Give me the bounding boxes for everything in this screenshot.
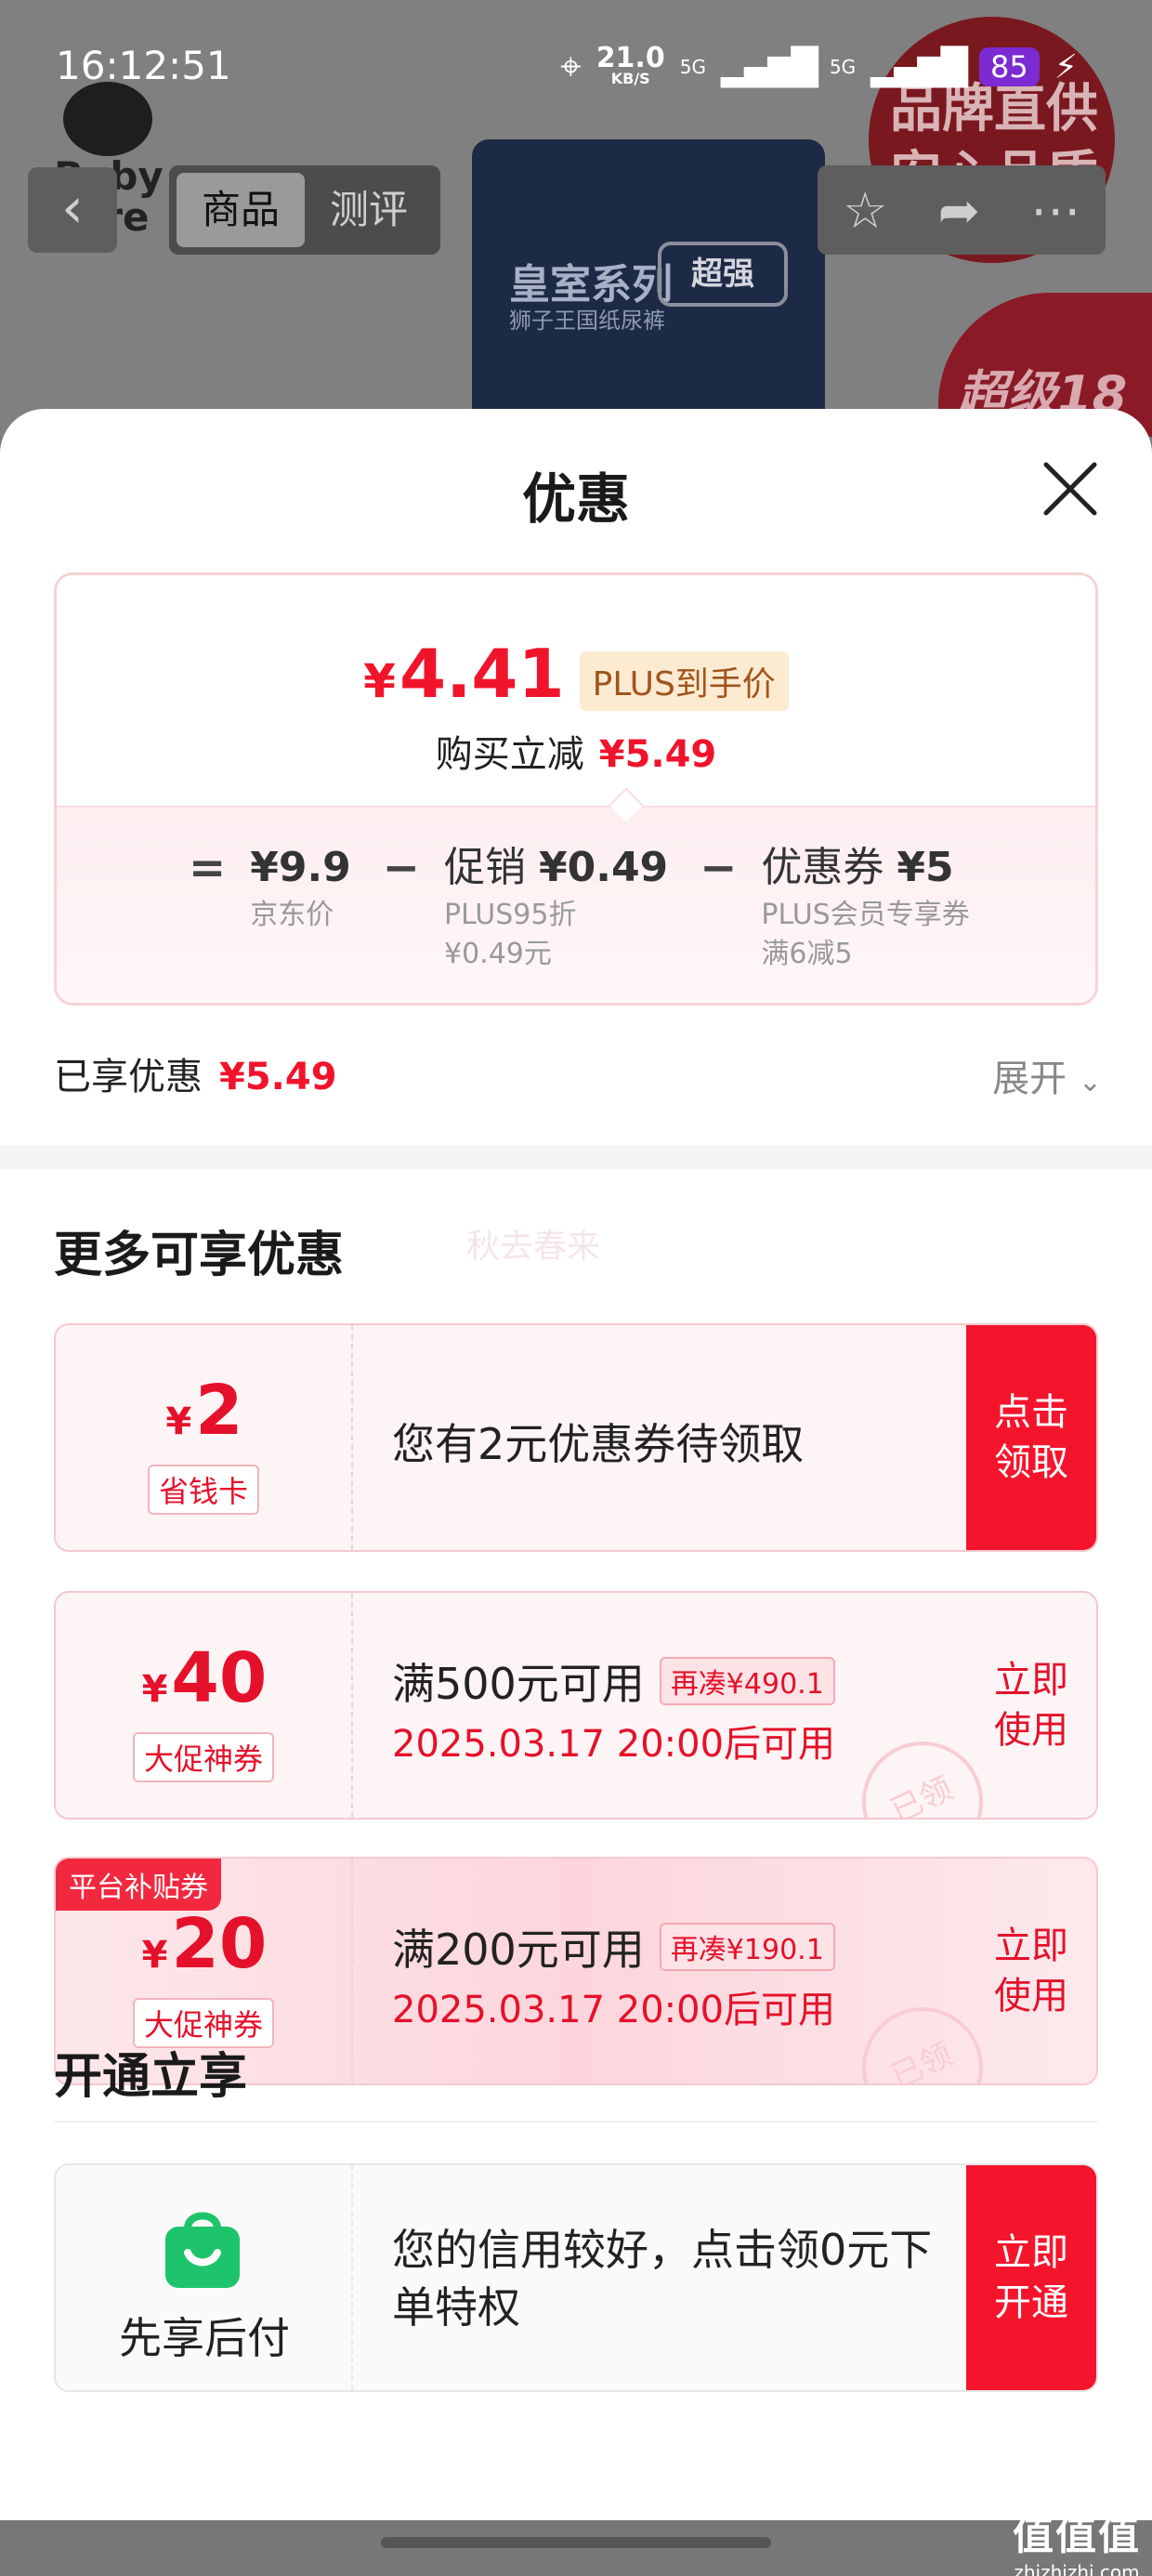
status-indicators: ⌖ 21.0 KB/S 5G ▂▄▆█ 5G ▂▄▆█ 85 ⚡ — [560, 41, 1078, 93]
site-watermark: 值值值 zhizhizhi.com — [1013, 2512, 1141, 2576]
equals-sign: = — [189, 842, 227, 894]
price-formula: = ¥9.9 京东价 − 促销 ¥0.49 PLUS95折 ¥0.49元 − 优… — [57, 806, 1095, 1003]
network-speed: 21.0 KB/S — [596, 42, 665, 87]
claim-coupon-button[interactable]: 点击 领取 — [966, 1325, 1096, 1550]
coupon-value-area: ¥2 省钱卡 — [56, 1325, 353, 1550]
direct-discount: 购买立减 ¥5.49 — [435, 733, 717, 776]
page-tabs: 商品 测评 — [169, 165, 440, 255]
topup-tag: 再凑¥190.1 — [659, 1923, 835, 1971]
chevron-left-icon: ‹ — [61, 176, 84, 241]
signal-bars-icon-2: ▂▄▆█ — [871, 46, 968, 87]
sheet-title: 优惠 — [521, 467, 630, 531]
coupon-amount: ¥40 — [141, 1638, 268, 1718]
pay-later-card: 先享后付 您的信用较好，点击领0元下单特权 立即 开通 — [54, 2163, 1098, 2392]
coupon-condition: 满500元可用 再凑¥490.1 — [392, 1650, 835, 1712]
more-discounts-title: 更多可享优惠 — [54, 1228, 345, 1283]
coupon-amount: ¥20 — [141, 1904, 268, 1984]
final-price: ¥4.41 — [363, 635, 565, 713]
tab-product[interactable]: 商品 — [177, 173, 305, 247]
status-bar: 16:12:51 ⌖ 21.0 KB/S 5G ▂▄▆█ 5G ▂▄▆█ 85 ⚡ — [0, 0, 1152, 130]
activate-pay-later-button[interactable]: 立即 开通 — [966, 2165, 1096, 2390]
coupon-card-savings: ¥2 省钱卡 您有2元优惠券待领取 点击 领取 — [54, 1323, 1098, 1552]
section-separator — [54, 2121, 1098, 2123]
coupon-condition: 满200元可用 再凑¥190.1 — [392, 1916, 835, 1978]
watermark-text: 秋去春来 — [466, 1228, 601, 1266]
signal-5g-label-1: 5G — [679, 56, 706, 78]
price-summary: ¥4.41 PLUS到手价 购买立减 ¥5.49 — [57, 575, 1095, 806]
product-sub-text: 狮子王国纸尿裤 — [509, 308, 665, 334]
header-actions: ☆ ➦ ⋯ — [818, 165, 1106, 255]
open-enjoy-title: 开通立享 — [54, 2049, 248, 2105]
section-divider — [0, 1145, 1152, 1169]
coupon-valid-time: 2025.03.17 20:00后可用 — [392, 1989, 836, 2031]
minus-sign-2: − — [700, 842, 738, 894]
coupon-description: 您有2元优惠券待领取 — [392, 1325, 987, 1550]
plus-price-tag: PLUS到手价 — [579, 651, 789, 711]
status-time: 16:12:51 — [56, 43, 231, 88]
minus-sign: − — [382, 842, 420, 894]
coupon-card-promo-40: ¥40 大促神券 满500元可用 再凑¥490.1 2025.03.17 20:… — [54, 1591, 1098, 1820]
product-image: 皇室系列 狮子王国纸尿裤 超强 — [472, 139, 825, 437]
bottom-overlay-strip — [0, 2520, 1152, 2576]
charging-icon: ⚡ — [1054, 47, 1078, 86]
coupon-amount: ¥2 — [165, 1371, 243, 1451]
pay-later-brand: 先享后付 — [56, 2165, 353, 2390]
expand-button[interactable]: 展开 ⌄ — [992, 1048, 1102, 1102]
signal-bars-icon: ▂▄▆█ — [720, 46, 818, 87]
shopping-bag-icon — [165, 2212, 240, 2288]
topup-tag: 再凑¥490.1 — [659, 1657, 835, 1705]
back-button[interactable]: ‹ — [28, 167, 117, 253]
share-icon[interactable]: ➦ — [938, 181, 980, 240]
signal-5g-label-2: 5G — [829, 56, 857, 78]
coupon-term: 优惠券 ¥5 PLUS会员专享券 满6减5 — [761, 844, 970, 970]
coupon-type-tag: 省钱卡 — [147, 1465, 260, 1515]
home-indicator[interactable] — [381, 2537, 771, 2548]
product-badge: 超强 — [658, 242, 788, 307]
pay-later-description: 您的信用较好，点击领0元下单特权 — [392, 2225, 933, 2333]
promo-term: 促销 ¥0.49 PLUS95折 ¥0.49元 — [444, 844, 669, 970]
battery-level: 85 — [979, 47, 1040, 86]
close-button[interactable] — [1039, 457, 1102, 520]
close-icon — [1043, 462, 1097, 516]
discount-sheet: 优惠 ¥4.41 PLUS到手价 购买立减 ¥5.49 = ¥9.9 京东价 −… — [0, 409, 1152, 2576]
star-icon[interactable]: ☆ — [843, 181, 887, 240]
tab-review[interactable]: 测评 — [305, 173, 433, 247]
jd-price-term: ¥9.9 京东价 — [250, 844, 351, 931]
coupon-condition: 您有2元优惠券待领取 — [392, 1419, 805, 1469]
platform-subsidy-badge: 平台补贴券 — [56, 1859, 221, 1911]
use-coupon-button[interactable]: 立即 使用 — [966, 1593, 1096, 1818]
coupon-type-tag: 大促神券 — [132, 1732, 275, 1782]
use-coupon-button[interactable]: 立即 使用 — [966, 1859, 1096, 2083]
coupon-value-area: ¥40 大促神券 — [56, 1593, 353, 1818]
location-icon: ⌖ — [560, 46, 582, 88]
price-breakdown-card: ¥4.41 PLUS到手价 购买立减 ¥5.49 = ¥9.9 京东价 − 促销 … — [54, 572, 1098, 1005]
pay-later-label: 先享后付 — [119, 2313, 290, 2363]
more-icon[interactable]: ⋯ — [1030, 181, 1080, 240]
chevron-down-icon: ⌄ — [1078, 1066, 1102, 1098]
enjoyed-discount: 已享优惠 ¥5.49 — [54, 1056, 337, 1098]
coupon-valid-time: 2025.03.17 20:00后可用 — [392, 1723, 836, 1766]
